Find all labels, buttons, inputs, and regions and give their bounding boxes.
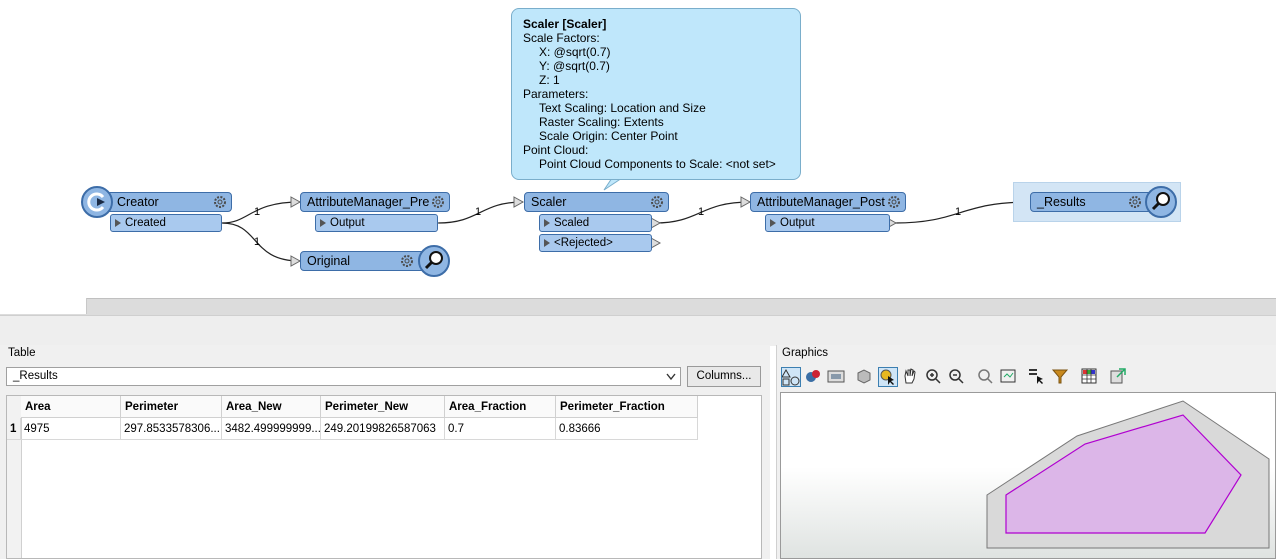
original-node-header[interactable]: Original	[300, 251, 428, 271]
port-label: <Rejected>	[554, 237, 613, 249]
table-panel-label: Table	[8, 347, 36, 359]
tooltip-line: Point Cloud:	[523, 143, 589, 157]
node-title: AttributeManager_Post	[757, 195, 885, 209]
dataset-dropdown[interactable]: _Results	[6, 367, 681, 386]
tooltip-line: Z: 1	[539, 73, 560, 87]
attributemanager-pre-header[interactable]: AttributeManager_Pre	[300, 192, 450, 212]
creator-node-title: Creator	[117, 195, 159, 209]
link-count: 1	[254, 236, 261, 248]
port-label: Output	[330, 217, 365, 229]
column-header[interactable]: Area_Fraction	[445, 396, 556, 418]
filter-icon[interactable]	[1051, 367, 1071, 387]
gear-icon[interactable]	[399, 253, 415, 269]
gear-icon[interactable]	[430, 194, 446, 210]
zoom-selection-icon[interactable]	[999, 367, 1019, 387]
table-cell[interactable]: 0.7	[445, 418, 556, 440]
link-count: 1	[955, 206, 962, 218]
dataset-dropdown-value: _Results	[13, 370, 58, 382]
table-cell[interactable]: 4975	[21, 418, 121, 440]
chevron-down-icon	[666, 373, 676, 381]
canvas-horizontal-scrollbar[interactable]	[0, 298, 1276, 315]
gear-icon[interactable]	[1127, 194, 1143, 210]
table-view-icon[interactable]	[1080, 367, 1100, 387]
zoom-extent-icon[interactable]	[976, 367, 996, 387]
inspector-magnifier-icon[interactable]	[418, 245, 450, 277]
creator-node-header[interactable]: Creator	[96, 192, 232, 212]
port-label: Created	[125, 217, 166, 229]
tooltip-line: Point Cloud Components to Scale: <not se…	[539, 157, 776, 171]
port-arrow-icon	[115, 219, 121, 227]
creator-output-port[interactable]: Created	[110, 214, 222, 232]
port-arrow-icon	[544, 239, 550, 247]
port-label: Scaled	[554, 217, 590, 229]
panel-splitter[interactable]	[0, 315, 1276, 346]
results-node-header[interactable]: _Results	[1030, 192, 1156, 212]
column-header[interactable]: Perimeter_New	[321, 396, 445, 418]
inspector-magnifier-icon[interactable]	[1145, 186, 1177, 218]
tooltip-line: Text Scaling: Location and Size	[539, 101, 706, 115]
node-title: Scaler	[531, 195, 567, 209]
tooltip-line: Scale Factors:	[523, 31, 600, 45]
link-count: 1	[254, 206, 261, 218]
node-title: Original	[307, 254, 351, 268]
attributemanager-pre-output-port[interactable]: Output	[315, 214, 438, 232]
tooltip-line: X: @sqrt(0.7)	[539, 45, 611, 59]
attributemanager-post-header[interactable]: AttributeManager_Post	[750, 192, 906, 212]
node-title: _Results	[1037, 195, 1086, 209]
creator-icon	[81, 186, 113, 218]
link-count: 1	[475, 206, 482, 218]
column-header[interactable]: Perimeter_Fraction	[556, 396, 698, 418]
zoom-out-icon[interactable]	[947, 367, 967, 387]
gear-icon[interactable]	[886, 194, 902, 210]
tooltip-line: Y: @sqrt(0.7)	[539, 59, 610, 73]
table-cell[interactable]: 3482.499999999...	[222, 418, 321, 440]
row-index: 1	[7, 418, 21, 440]
scaler-scaled-port[interactable]: Scaled	[539, 214, 652, 232]
link-count: 1	[698, 206, 705, 218]
3d-view-icon[interactable]	[855, 367, 875, 387]
column-header[interactable]: Area	[21, 396, 121, 418]
node-title: AttributeManager_Pre	[307, 195, 430, 209]
pan-icon[interactable]	[901, 367, 921, 387]
graphics-panel-label: Graphics	[782, 347, 829, 359]
column-header[interactable]: Area_New	[222, 396, 321, 418]
feature-geometry	[986, 400, 1270, 549]
port-label: Output	[780, 217, 815, 229]
tooltip-title: Scaler [Scaler]	[523, 17, 607, 31]
table-cell[interactable]: 0.83666	[556, 418, 698, 440]
export-icon[interactable]	[1109, 367, 1129, 387]
data-table[interactable]: Area Perimeter Area_New Perimeter_New Ar…	[6, 395, 762, 559]
tooltip-line: Raster Scaling: Extents	[539, 115, 664, 129]
tooltip-line: Scale Origin: Center Point	[539, 129, 678, 143]
table-cell[interactable]: 249.20199826587063	[321, 418, 445, 440]
port-arrow-icon	[320, 219, 326, 227]
select-features-icon[interactable]	[1028, 367, 1048, 387]
attributemanager-post-output-port[interactable]: Output	[765, 214, 890, 232]
shapes-icon[interactable]	[781, 367, 801, 387]
canvas-scrollbar-thumb[interactable]	[0, 298, 87, 314]
port-arrow-icon	[544, 219, 550, 227]
table-cell[interactable]: 297.8533578306...	[121, 418, 222, 440]
graphics-view[interactable]	[780, 392, 1276, 559]
select-info-icon[interactable]	[878, 367, 898, 387]
zoom-in-icon[interactable]	[924, 367, 944, 387]
scaler-node-header[interactable]: Scaler	[524, 192, 669, 212]
port-arrow-icon	[770, 219, 776, 227]
gear-icon[interactable]	[649, 194, 665, 210]
scaler-tooltip: Scaler [Scaler] Scale Factors: X: @sqrt(…	[511, 8, 801, 180]
scaler-rejected-port[interactable]: <Rejected>	[539, 234, 652, 252]
tooltip-line: Parameters:	[523, 87, 589, 101]
fill-icon[interactable]	[804, 367, 824, 387]
background-map-icon[interactable]	[827, 367, 847, 387]
gear-icon[interactable]	[212, 194, 228, 210]
column-header[interactable]: Perimeter	[121, 396, 222, 418]
columns-button[interactable]: Columns...	[687, 366, 761, 387]
